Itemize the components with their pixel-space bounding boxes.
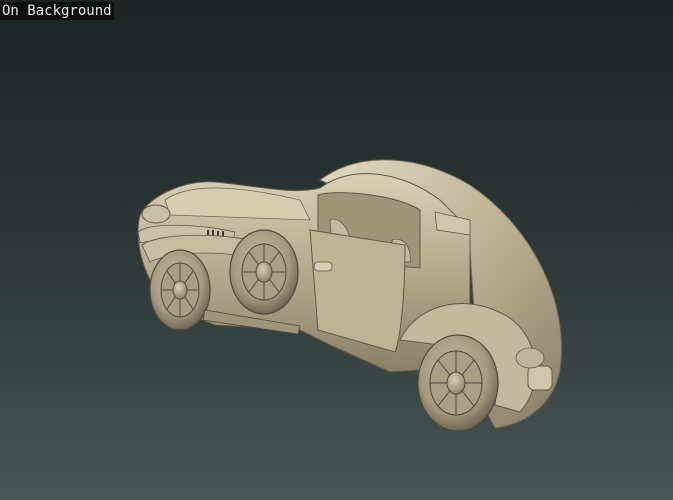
car-relief-model[interactable] <box>0 0 673 500</box>
headlight <box>141 204 171 224</box>
rear-bumper <box>515 347 545 369</box>
spare-wheel <box>229 229 299 315</box>
3d-viewport[interactable]: On Background <box>0 0 673 500</box>
rear-wheel <box>417 334 499 432</box>
tail-light <box>527 365 553 391</box>
front-wheel <box>149 249 211 331</box>
door-handle <box>313 261 333 272</box>
